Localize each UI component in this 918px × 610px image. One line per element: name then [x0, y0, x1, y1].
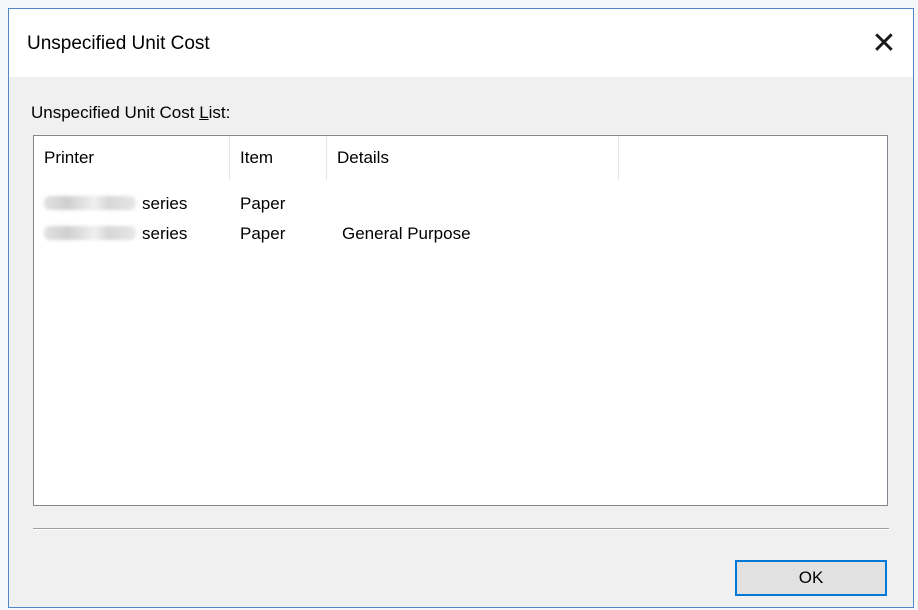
screen: Unspecified Unit Cost ✕ Unspecified Unit… [0, 0, 918, 610]
details-cell: General Purpose [342, 224, 471, 243]
separator-line [33, 528, 889, 530]
unit-cost-list[interactable]: Printer Item Details series Paper series… [33, 135, 888, 506]
redacted-printer-name [44, 196, 136, 210]
close-icon: ✕ [871, 26, 897, 60]
list-label-suffix: ist: [208, 103, 231, 122]
table-row[interactable]: series Paper [34, 190, 887, 220]
ok-button[interactable]: OK [735, 560, 887, 596]
column-header-details[interactable]: Details [327, 136, 619, 180]
printer-series-text: series [142, 224, 188, 243]
item-cell: Paper [240, 194, 286, 213]
list-label-prefix: Unspecified Unit Cost [31, 103, 200, 122]
column-header-item[interactable]: Item [230, 136, 327, 180]
list-label-accelerator: L [199, 103, 209, 122]
column-header-printer[interactable]: Printer [34, 136, 230, 180]
dialog-title: Unspecified Unit Cost [27, 33, 210, 54]
table-row[interactable]: series Paper General Purpose [34, 220, 887, 250]
item-cell: Paper [240, 224, 286, 243]
printer-series-text: series [142, 194, 188, 213]
printer-cell: series [44, 194, 187, 214]
list-label: Unspecified Unit Cost List: [31, 103, 230, 123]
redacted-printer-name [44, 226, 136, 240]
close-button[interactable]: ✕ [855, 17, 913, 69]
list-header: Printer Item Details [34, 136, 887, 180]
unit-cost-dialog: Unspecified Unit Cost ✕ Unspecified Unit… [8, 8, 914, 608]
title-bar: Unspecified Unit Cost ✕ [9, 9, 913, 77]
printer-cell: series [44, 224, 187, 244]
